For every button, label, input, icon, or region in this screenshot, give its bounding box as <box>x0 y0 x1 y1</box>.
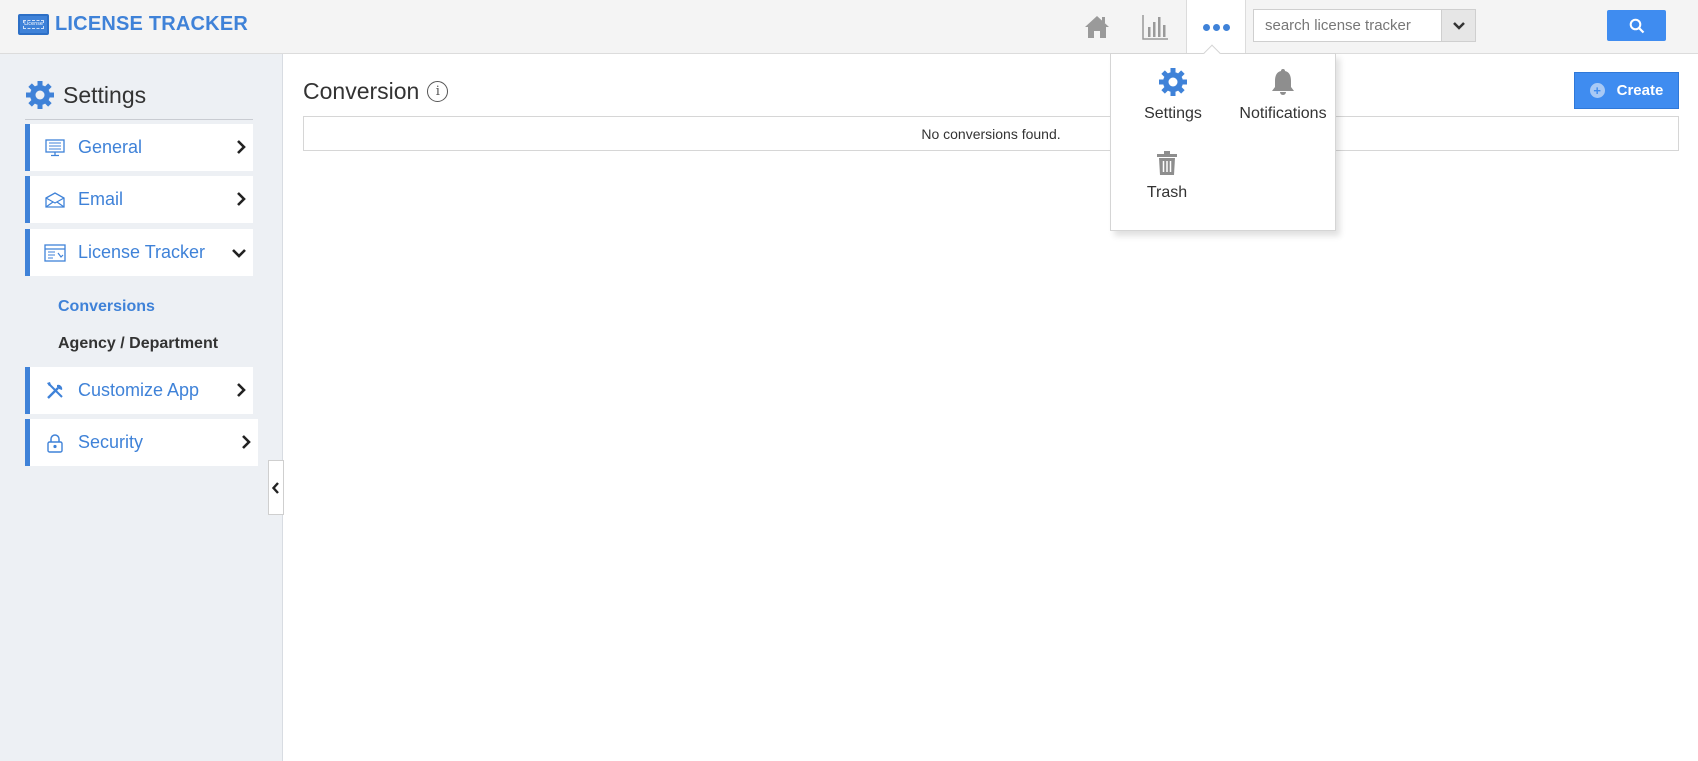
sidebar-collapse-button[interactable] <box>268 460 284 515</box>
menu-item-label: Trash <box>1146 184 1188 201</box>
sidebar-item-label: Email <box>78 189 124 209</box>
sidebar-item-license-tracker[interactable]: License Tracker <box>25 229 253 276</box>
chevron-left-icon <box>271 481 279 494</box>
sidebar-item-general[interactable]: General <box>25 124 253 171</box>
sidebar-item-label: General <box>78 137 143 157</box>
create-button-label: Create <box>1616 82 1664 99</box>
menu-item-label: Settings <box>1144 105 1202 122</box>
chevron-right-icon <box>237 192 246 206</box>
chevron-right-icon <box>242 435 251 449</box>
menu-item-label: Notifications <box>1239 105 1327 122</box>
chevron-down-icon <box>232 249 246 258</box>
create-button[interactable]: + Create <box>1574 72 1679 109</box>
trash-icon <box>1157 151 1177 175</box>
empty-message: No conversions found. <box>921 125 1061 142</box>
divider <box>25 119 253 120</box>
lock-icon <box>42 433 68 453</box>
sidebar-item-security[interactable]: Security <box>25 419 258 466</box>
page-title: Conversion <box>303 78 420 104</box>
chevron-right-icon <box>237 383 246 397</box>
sidebar-item-customize-app[interactable]: Customize App <box>25 367 253 414</box>
sidebar-header: Settings <box>25 80 146 110</box>
empty-state: No conversions found. <box>303 116 1679 151</box>
page-header: Conversion i <box>303 78 449 105</box>
license-logo-icon: License <box>18 14 49 35</box>
reports-button[interactable] <box>1126 0 1184 54</box>
home-button[interactable] <box>1068 0 1126 54</box>
search-input[interactable] <box>1254 10 1440 41</box>
sidebar-subitem-conversions[interactable]: Conversions <box>58 298 155 316</box>
gear-icon <box>1159 68 1187 96</box>
menu-item-settings[interactable]: Settings <box>1141 67 1205 123</box>
sidebar-title: Settings <box>63 81 147 108</box>
app-title: LICENSE TRACKER <box>55 13 249 35</box>
chart-icon <box>1142 15 1168 40</box>
more-menu-popup: Settings Notifications Trash <box>1110 53 1336 231</box>
sidebar-item-email[interactable]: Email <box>25 176 253 223</box>
monitor-icon <box>42 138 68 157</box>
plus-circle-icon: + <box>1589 83 1605 98</box>
chevron-down-icon <box>1452 21 1465 30</box>
settings-sidebar: Settings General Email License Tracker C… <box>0 54 283 761</box>
more-button[interactable] <box>1186 0 1246 55</box>
envelope-icon <box>42 191 68 208</box>
sidebar-subitem-agency-department[interactable]: Agency / Department <box>58 335 218 353</box>
sidebar-item-label: Customize App <box>78 380 200 400</box>
bell-icon <box>1272 69 1294 95</box>
chevron-right-icon <box>237 140 246 154</box>
more-icon <box>1202 24 1210 31</box>
info-icon[interactable]: i <box>427 81 449 102</box>
menu-item-notifications[interactable]: Notifications <box>1235 67 1331 123</box>
search-icon <box>1629 18 1644 33</box>
top-bar: License LICENSE TRACKER <box>0 0 1698 55</box>
app-window-icon <box>42 243 68 262</box>
home-icon <box>1085 16 1109 38</box>
search-box <box>1253 9 1476 42</box>
menu-item-trash[interactable]: Trash <box>1141 150 1193 202</box>
sidebar-item-label: License Tracker <box>78 242 206 262</box>
brand[interactable]: License LICENSE TRACKER <box>18 13 248 36</box>
sidebar-item-label: Security <box>78 432 144 452</box>
search-button[interactable] <box>1607 10 1666 41</box>
search-dropdown-button[interactable] <box>1441 10 1475 41</box>
gear-icon <box>26 81 54 109</box>
tools-icon <box>42 381 68 401</box>
